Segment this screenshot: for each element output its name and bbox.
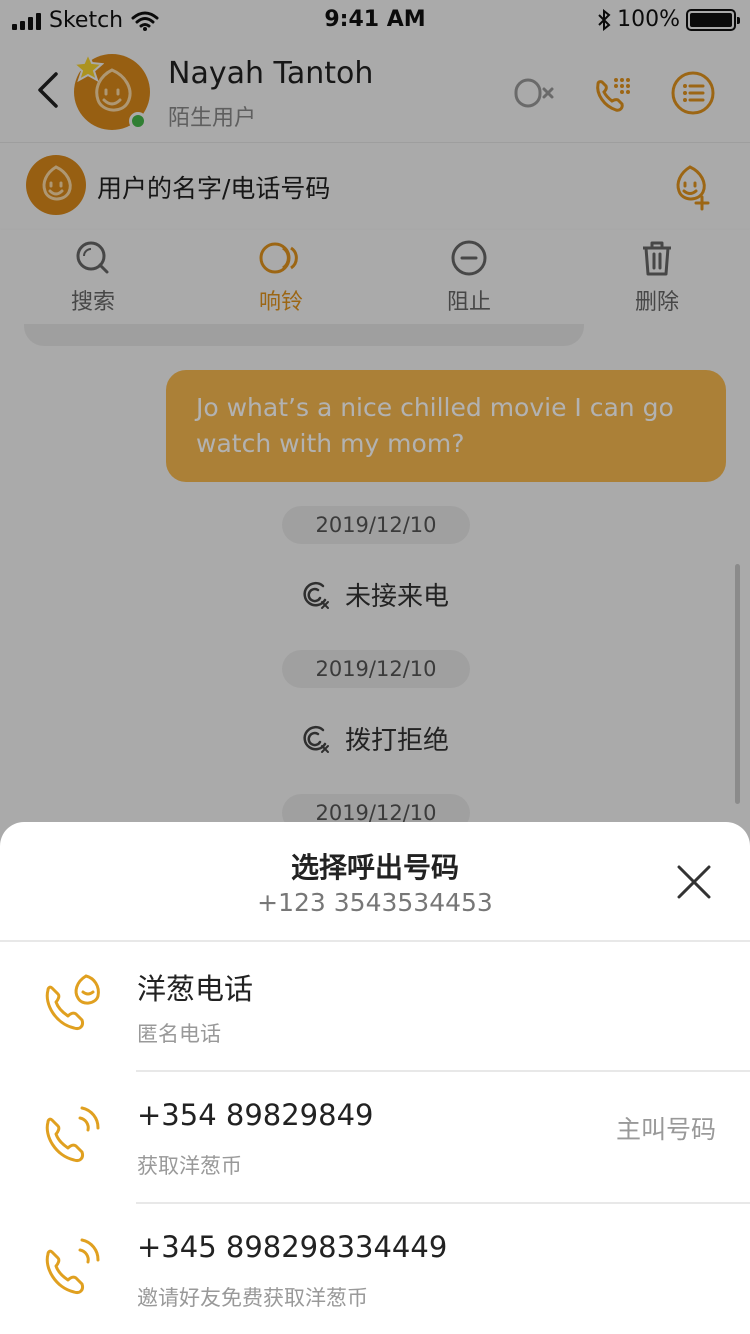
option-subtitle: 获取洋葱币 xyxy=(137,1154,242,1178)
option-onion-call[interactable]: 洋葱电话 匿名电话 xyxy=(0,942,750,1072)
select-number-sheet: 选择呼出号码 +123 3543534453 洋葱电话 匿名电话 +354 89… xyxy=(0,822,750,1334)
option-title: +345 898298334449 xyxy=(137,1230,448,1264)
close-icon[interactable] xyxy=(676,864,712,900)
divider xyxy=(136,1202,750,1204)
onion-phone-icon xyxy=(45,974,100,1030)
option-title: +354 89829849 xyxy=(137,1098,374,1132)
option-number-354[interactable]: +354 89829849 获取洋葱币 主叫号码 xyxy=(0,1074,750,1204)
divider xyxy=(136,1070,750,1072)
option-title: 洋葱电话 xyxy=(137,972,254,1006)
phone-call-icon xyxy=(45,1106,100,1162)
option-subtitle: 邀请好友免费获取洋葱币 xyxy=(137,1286,368,1310)
sheet-title: 选择呼出号码 xyxy=(290,851,459,884)
sheet-number: +123 3543534453 xyxy=(257,888,493,917)
caller-id-tag: 主叫号码 xyxy=(615,1115,716,1144)
option-subtitle: 匿名电话 xyxy=(137,1022,221,1046)
option-number-345[interactable]: +345 898298334449 邀请好友免费获取洋葱币 xyxy=(0,1206,750,1334)
phone-call-icon xyxy=(45,1238,100,1294)
